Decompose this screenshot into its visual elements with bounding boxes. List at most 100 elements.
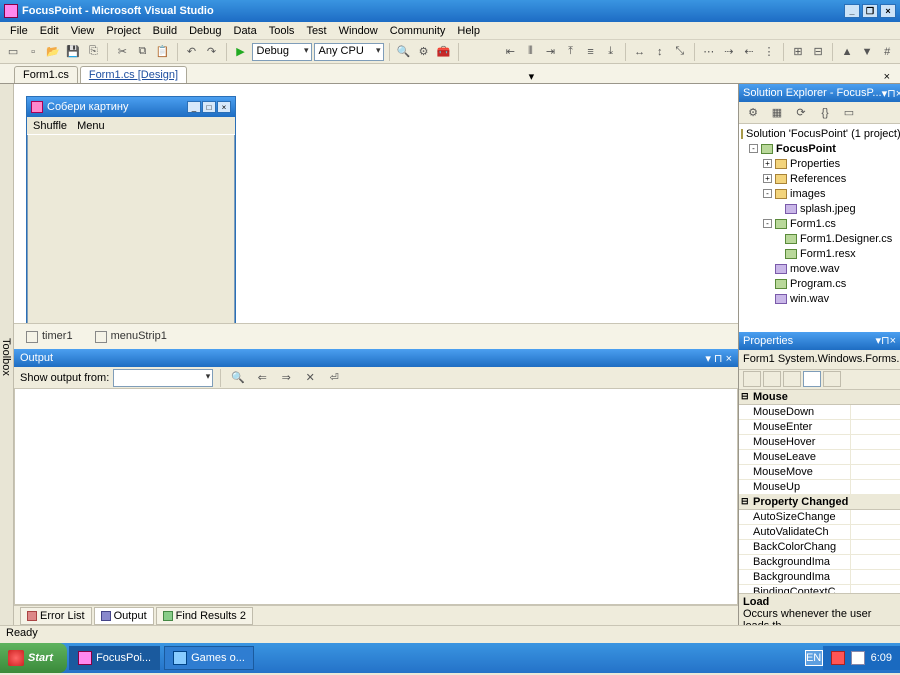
menu-build[interactable]: Build: [147, 23, 183, 39]
se-refresh-icon[interactable]: ⟳: [791, 103, 811, 123]
output-text[interactable]: [14, 389, 738, 605]
align-left-icon[interactable]: ⇤: [501, 42, 519, 62]
collapse-icon[interactable]: -: [749, 144, 758, 153]
align-bottom-icon[interactable]: ⤓: [602, 42, 620, 62]
se-properties-icon[interactable]: ⚙: [743, 103, 763, 123]
menu-edit[interactable]: Edit: [34, 23, 65, 39]
menu-help[interactable]: Help: [451, 23, 486, 39]
bring-front-icon[interactable]: ▲: [838, 42, 856, 62]
menu-test[interactable]: Test: [300, 23, 332, 39]
start-debug-icon[interactable]: ▶: [231, 42, 249, 62]
se-showall-icon[interactable]: ▦: [767, 103, 787, 123]
prop-row[interactable]: BackColorChang: [739, 540, 900, 555]
new-project-icon[interactable]: ▭: [4, 42, 22, 62]
output-prev-icon[interactable]: ⇐: [252, 368, 272, 388]
cut-icon[interactable]: ✂: [113, 42, 131, 62]
hspace-dec-icon[interactable]: ⇠: [740, 42, 758, 62]
expand-icon[interactable]: +: [763, 174, 772, 183]
size-width-icon[interactable]: ↔: [631, 42, 649, 62]
toolbox-sidetab[interactable]: Toolbox: [0, 84, 14, 625]
prop-pages-icon[interactable]: [823, 371, 841, 387]
tree-solution[interactable]: Solution 'FocusPoint' (1 project): [741, 126, 898, 141]
se-pin-icon[interactable]: ▾⊓×: [882, 87, 900, 100]
align-top-icon[interactable]: ⤒: [562, 42, 580, 62]
output-wrap-icon[interactable]: ⏎: [324, 368, 344, 388]
paste-icon[interactable]: 📋: [153, 42, 171, 62]
tab-error-list[interactable]: Error List: [20, 607, 92, 625]
tab-close-icon[interactable]: ×: [880, 71, 894, 83]
center-horiz-icon[interactable]: ⊞: [789, 42, 807, 62]
tab-form1-cs[interactable]: Form1.cs: [14, 66, 78, 83]
copy-icon[interactable]: ⧉: [133, 42, 151, 62]
collapse-icon[interactable]: -: [763, 219, 772, 228]
vspace-equal-icon[interactable]: ⋮: [760, 42, 778, 62]
prop-row[interactable]: MouseDown: [739, 405, 900, 420]
size-both-icon[interactable]: ⤡: [671, 42, 689, 62]
designed-form[interactable]: Собери картину _ □ × Shuffle Menu: [26, 96, 236, 323]
tree-form1[interactable]: -Form1.cs: [741, 216, 898, 231]
properties-grid[interactable]: MouseMouseDownMouseEnterMouseHoverMouseL…: [739, 390, 900, 594]
menu-debug[interactable]: Debug: [183, 23, 227, 39]
prop-row[interactable]: AutoSizeChange: [739, 510, 900, 525]
menu-project[interactable]: Project: [100, 23, 146, 39]
output-pin-icon[interactable]: ▾ ⊓ ×: [705, 352, 732, 365]
nav-back-icon[interactable]: ▾: [525, 70, 539, 83]
send-back-icon[interactable]: ▼: [858, 42, 876, 62]
restore-button[interactable]: ❐: [862, 4, 878, 18]
prop-row[interactable]: MouseLeave: [739, 450, 900, 465]
save-all-icon[interactable]: ⎘: [84, 42, 102, 62]
solution-tree[interactable]: Solution 'FocusPoint' (1 project) -Focus…: [739, 124, 900, 332]
tab-form1-design[interactable]: Form1.cs [Design]: [80, 66, 187, 83]
clock[interactable]: 6:09: [871, 652, 892, 664]
hspace-inc-icon[interactable]: ⇢: [720, 42, 738, 62]
prop-row[interactable]: AutoValidateCh: [739, 525, 900, 540]
se-viewcode-icon[interactable]: {}: [815, 103, 835, 123]
align-center-icon[interactable]: ⫴: [521, 42, 539, 62]
prop-props-icon[interactable]: [783, 371, 801, 387]
tree-move[interactable]: move.wav: [741, 261, 898, 276]
tray-timer1[interactable]: timer1: [26, 330, 73, 342]
output-next-icon[interactable]: ⇒: [276, 368, 296, 388]
undo-icon[interactable]: ↶: [182, 42, 200, 62]
tab-output[interactable]: Output: [94, 607, 154, 625]
add-item-icon[interactable]: ▫: [24, 42, 42, 62]
tree-resx[interactable]: Form1.resx: [741, 246, 898, 261]
prop-row[interactable]: MouseEnter: [739, 420, 900, 435]
se-viewdesign-icon[interactable]: ▭: [839, 103, 859, 123]
prop-row[interactable]: BackgroundIma: [739, 555, 900, 570]
tree-splash[interactable]: splash.jpeg: [741, 201, 898, 216]
tree-properties[interactable]: +Properties: [741, 156, 898, 171]
prop-pin-icon[interactable]: ▾⊓×: [875, 334, 896, 347]
save-icon[interactable]: 💾: [64, 42, 82, 62]
menu-community[interactable]: Community: [384, 23, 452, 39]
start-button[interactable]: Start: [0, 643, 67, 673]
align-middle-icon[interactable]: ≡: [582, 42, 600, 62]
properties-selector[interactable]: Form1 System.Windows.Forms.Form: [739, 350, 900, 370]
form-menu-shuffle[interactable]: Shuffle: [33, 120, 67, 132]
menu-data[interactable]: Data: [228, 23, 263, 39]
expand-icon[interactable]: +: [763, 159, 772, 168]
prop-row[interactable]: MouseHover: [739, 435, 900, 450]
hspace-equal-icon[interactable]: ⋯: [700, 42, 718, 62]
collapse-icon[interactable]: -: [763, 189, 772, 198]
prop-events-icon[interactable]: [803, 371, 821, 387]
align-right-icon[interactable]: ⇥: [541, 42, 559, 62]
redo-icon[interactable]: ↷: [202, 42, 220, 62]
output-source-combo[interactable]: [113, 369, 213, 387]
tray-icon-1[interactable]: [831, 651, 845, 665]
prop-categorized-icon[interactable]: [743, 371, 761, 387]
form-menustrip[interactable]: Shuffle Menu: [27, 117, 235, 135]
platform-combo[interactable]: Any CPU: [314, 43, 384, 61]
tab-order-icon[interactable]: #: [878, 42, 896, 62]
toolbox-icon[interactable]: 🧰: [435, 42, 453, 62]
prop-row[interactable]: MouseMove: [739, 465, 900, 480]
tree-program[interactable]: Program.cs: [741, 276, 898, 291]
menu-view[interactable]: View: [65, 23, 101, 39]
tree-images[interactable]: -images: [741, 186, 898, 201]
prop-row[interactable]: BindingContextC: [739, 585, 900, 594]
design-surface[interactable]: Собери картину _ □ × Shuffle Menu: [14, 84, 738, 323]
tree-references[interactable]: +References: [741, 171, 898, 186]
tray-icon-2[interactable]: [851, 651, 865, 665]
config-combo[interactable]: Debug: [252, 43, 312, 61]
menu-window[interactable]: Window: [333, 23, 384, 39]
